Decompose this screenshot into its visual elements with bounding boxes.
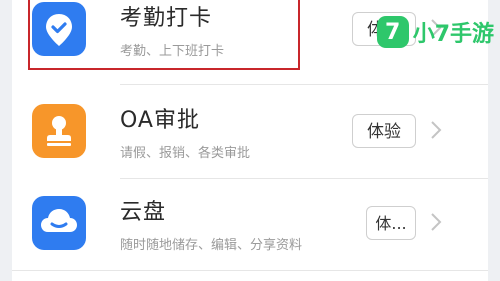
- attendance-icon: [32, 2, 86, 56]
- try-button[interactable]: 体验: [352, 114, 416, 148]
- approval-stamp-icon: [32, 104, 86, 158]
- divider: [120, 84, 488, 85]
- chevron-right-icon: [430, 120, 442, 140]
- app-row-cloud-drive[interactable]: 云盘 随时随地储存、编辑、分享资料 体...: [12, 178, 488, 268]
- chevron-right-icon: [430, 212, 442, 232]
- divider: [12, 270, 488, 271]
- watermark-text: 小7手游: [412, 22, 494, 47]
- watermark-badge: 7: [376, 16, 409, 48]
- watermark-logo: 7 小7手游: [376, 14, 494, 50]
- try-button[interactable]: 体...: [366, 206, 416, 240]
- app-subtitle: 考勤、上下班打卡: [120, 44, 225, 59]
- app-title: 云盘: [120, 200, 167, 225]
- app-row-oa-approval[interactable]: OA审批 请假、报销、各类审批 体验: [12, 86, 488, 176]
- cloud-icon: [32, 196, 86, 250]
- app-title: 考勤打卡: [120, 6, 213, 31]
- app-subtitle: 随时随地储存、编辑、分享资料: [120, 238, 303, 253]
- app-title: OA审批: [120, 108, 200, 133]
- app-subtitle: 请假、报销、各类审批: [120, 146, 251, 161]
